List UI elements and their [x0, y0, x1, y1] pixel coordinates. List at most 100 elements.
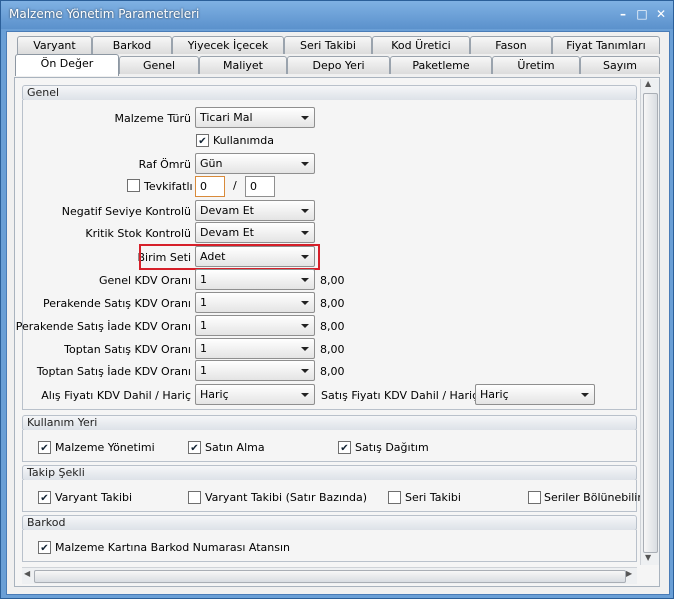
chevron-down-icon — [301, 324, 309, 328]
kdv-row-rate: 8,00 — [320, 297, 345, 310]
seriler-bolunebilir-checkbox[interactable] — [528, 491, 541, 504]
tab-yiyecek-icecek[interactable]: Yiyecek İçecek — [172, 36, 284, 54]
kdv-row-rate: 8,00 — [320, 365, 345, 378]
scroll-down-icon[interactable]: ▼ — [645, 553, 651, 562]
horizontal-scrollbar[interactable]: ◀ ▶ — [22, 567, 637, 584]
tevkifat-numerator-input[interactable]: 0 — [195, 176, 225, 197]
chevron-down-icon — [301, 162, 309, 166]
negatif-seviye-select[interactable]: Devam Et — [195, 200, 315, 221]
malzeme-turu-select[interactable]: Ticari Mal — [195, 107, 315, 128]
tab-uretim[interactable]: Üretim — [492, 56, 580, 74]
scroll-up-icon[interactable]: ▲ — [645, 79, 651, 88]
chevron-down-icon — [301, 347, 309, 351]
varyant-takibi-checkbox[interactable] — [38, 491, 51, 504]
raf-omru-label: Raf Ömrü — [138, 158, 191, 171]
tevkifat-separator: / — [233, 179, 237, 192]
minimize-icon[interactable]: – — [615, 7, 631, 21]
kdv-row-select[interactable]: 1 — [195, 360, 315, 381]
alis-fiyati-value: Hariç — [200, 388, 229, 401]
tab-paketleme[interactable]: Paketleme — [390, 56, 492, 74]
tab-kod-uretici[interactable]: Kod Üretici — [372, 36, 470, 54]
seri-takibi-label: Seri Takibi — [405, 491, 461, 504]
tab-sayim[interactable]: Sayım — [580, 56, 660, 74]
chevron-down-icon — [301, 231, 309, 235]
tab-genel[interactable]: Genel — [119, 56, 199, 74]
malzeme-turu-value: Ticari Mal — [200, 111, 253, 124]
tevkifatli-checkbox[interactable] — [127, 179, 140, 192]
tevkifatli-label: Tevkifatlı — [144, 180, 193, 193]
kdv-row-value: 1 — [200, 296, 207, 309]
seri-takibi-checkbox[interactable] — [388, 491, 401, 504]
tab-fason[interactable]: Fason — [470, 36, 552, 54]
satis-fiyati-select[interactable]: Hariç — [475, 384, 595, 405]
title-bar[interactable]: Malzeme Yönetim Parametreleri – □ ✕ — [1, 1, 673, 29]
section-kullanim-header: Kullanım Yeri — [22, 415, 637, 431]
tab-varyant[interactable]: Varyant — [17, 36, 92, 54]
kdv-row-select[interactable]: 1 — [195, 315, 315, 336]
kullanimda-checkbox[interactable] — [196, 134, 209, 147]
tab-barkod[interactable]: Barkod — [92, 36, 172, 54]
kdv-row-rate: 8,00 — [320, 274, 345, 287]
negatif-seviye-value: Devam Et — [200, 204, 254, 217]
chevron-down-icon — [301, 393, 309, 397]
kritik-stok-value: Devam Et — [200, 226, 254, 239]
varyant-takibi-satir-label: Varyant Takibi (Satır Bazında) — [205, 491, 368, 504]
kritik-stok-select[interactable]: Devam Et — [195, 222, 315, 243]
barkod-atansin-label: Malzeme Kartına Barkod Numarası Atansın — [55, 541, 290, 554]
close-icon[interactable]: ✕ — [653, 7, 669, 21]
section-genel-header: Genel — [22, 85, 637, 101]
kdv-row-select[interactable]: 1 — [195, 292, 315, 313]
satin-alma-checkbox[interactable] — [188, 441, 201, 454]
chevron-down-icon — [301, 278, 309, 282]
kdv-row-select[interactable]: 1 — [195, 269, 315, 290]
malzeme-yonetimi-checkbox[interactable] — [38, 441, 51, 454]
scroll-left-icon[interactable]: ◀ — [24, 569, 30, 578]
tab-seri-takibi[interactable]: Seri Takibi — [284, 36, 372, 54]
kdv-row-rate: 8,00 — [320, 343, 345, 356]
kdv-row-label: Perakende Satış İade KDV Oranı — [15, 320, 191, 333]
kullanimda-label: Kullanımda — [213, 134, 274, 147]
scroll-right-icon[interactable]: ▶ — [626, 569, 632, 578]
section-barkod-header: Barkod — [22, 515, 637, 531]
window-title: Malzeme Yönetim Parametreleri — [9, 7, 200, 21]
kdv-row-value: 1 — [200, 319, 207, 332]
kritik-stok-label: Kritik Stok Kontrolü — [85, 227, 191, 240]
alis-fiyati-label: Alış Fiyatı KDV Dahil / Hariç — [41, 389, 191, 402]
kdv-row-rate: 8,00 — [320, 320, 345, 333]
kdv-row-value: 1 — [200, 273, 207, 286]
tab-maliyet[interactable]: Maliyet — [199, 56, 287, 74]
birim-seti-highlight — [139, 244, 320, 270]
chevron-down-icon — [301, 116, 309, 120]
tab-depo-yeri[interactable]: Depo Yeri — [287, 56, 390, 74]
alis-fiyati-select[interactable]: Hariç — [195, 384, 315, 405]
malzeme-turu-label: Malzeme Türü — [114, 112, 191, 125]
satis-fiyati-label: Satış Fiyatı KDV Dahil / Hariç — [321, 389, 479, 402]
chevron-down-icon — [301, 369, 309, 373]
satis-dagitim-label: Satış Dağıtım — [355, 441, 429, 454]
varyant-takibi-satir-checkbox[interactable] — [188, 491, 201, 504]
vertical-scroll-thumb[interactable] — [643, 93, 658, 553]
chevron-down-icon — [301, 301, 309, 305]
kdv-row-label: Genel KDV Oranı — [98, 274, 191, 287]
satis-fiyati-value: Hariç — [480, 388, 509, 401]
vertical-scrollbar[interactable]: ▲ ▼ — [640, 79, 659, 565]
satis-dagitim-checkbox[interactable] — [338, 441, 351, 454]
kdv-row-select[interactable]: 1 — [195, 338, 315, 359]
app-window: Malzeme Yönetim Parametreleri – □ ✕ Vary… — [0, 0, 674, 599]
varyant-takibi-label: Varyant Takibi — [55, 491, 133, 504]
tab-on-deger[interactable]: Ön Değer — [15, 54, 119, 76]
horizontal-scroll-thumb[interactable] — [34, 570, 626, 583]
raf-omru-value: Gün — [200, 157, 223, 170]
tab-fiyat-tanimlari[interactable]: Fiyat Tanımları — [552, 36, 660, 54]
maximize-icon[interactable]: □ — [634, 7, 650, 21]
chevron-down-icon — [301, 209, 309, 213]
chevron-down-icon — [581, 393, 589, 397]
barkod-atansin-checkbox[interactable] — [38, 541, 51, 554]
tevkifat-denominator-input[interactable]: 0 — [245, 176, 275, 197]
negatif-seviye-label: Negatif Seviye Kontrolü — [61, 205, 191, 218]
raf-omru-select[interactable]: Gün — [195, 153, 315, 174]
kdv-row-label: Toptan Satış İade KDV Oranı — [36, 365, 191, 378]
satin-alma-label: Satın Alma — [205, 441, 265, 454]
kdv-row-value: 1 — [200, 342, 207, 355]
kdv-row-label: Toptan Satış KDV Oranı — [64, 343, 191, 356]
